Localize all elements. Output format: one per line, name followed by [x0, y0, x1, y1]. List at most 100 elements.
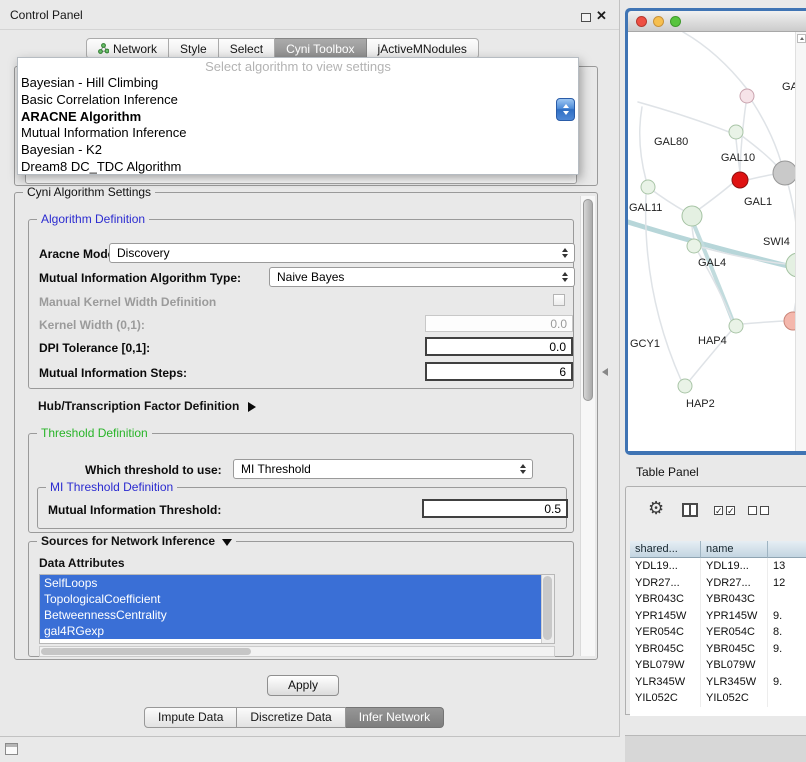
scroll-up-icon[interactable] — [797, 34, 806, 43]
attribute-list[interactable]: SelfLoopsTopologicalCoefficientBetweenne… — [39, 574, 555, 644]
mi-steps-input[interactable] — [425, 362, 573, 381]
table-cell: YER054C — [701, 624, 768, 641]
combobox-stepper-icon[interactable] — [556, 98, 575, 121]
apply-button[interactable]: Apply — [267, 675, 339, 696]
column-header[interactable]: shared... — [630, 541, 701, 558]
algorithm-option[interactable]: Bayesian - Hill Climbing — [18, 75, 578, 92]
data-attributes-label: Data Attributes — [39, 556, 125, 570]
tab-label: Style — [180, 42, 207, 56]
attribute-item[interactable]: BetweennessCentrality — [40, 607, 541, 623]
mi-threshold-input[interactable] — [422, 499, 568, 518]
select-all-icon[interactable] — [714, 506, 735, 515]
mi-algorithm-type-select[interactable]: Naive Bayes — [269, 267, 575, 287]
tab-style[interactable]: Style — [169, 38, 219, 59]
tab-select[interactable]: Select — [219, 38, 275, 59]
close-window-icon[interactable] — [636, 16, 647, 27]
network-node[interactable] — [740, 89, 754, 103]
tab-network[interactable]: Network — [86, 38, 169, 59]
attribute-list-vscrollbar[interactable] — [541, 575, 554, 643]
gear-icon[interactable]: ⚙ — [648, 498, 664, 519]
status-strip — [625, 735, 806, 762]
table-row[interactable]: YER054CYER054C8. — [630, 624, 806, 641]
settings-scrollbar[interactable] — [580, 196, 595, 656]
table-row[interactable]: YIL052CYIL052C — [630, 690, 806, 707]
kernel-width-input[interactable] — [425, 315, 573, 332]
tab-infer-network[interactable]: Infer Network — [346, 707, 444, 728]
hub-definition-expander[interactable]: Hub/Transcription Factor Definition — [38, 399, 256, 413]
zoom-window-icon[interactable] — [670, 16, 681, 27]
dropdown-placeholder: Select algorithm to view settings — [18, 58, 578, 75]
deselect-all-icon[interactable] — [748, 506, 769, 515]
network-edge[interactable] — [646, 194, 681, 380]
dock-window-icon[interactable] — [5, 743, 18, 755]
network-node[interactable] — [732, 172, 748, 188]
tab-impute-data[interactable]: Impute Data — [144, 707, 237, 728]
table-cell: YDL19... — [630, 558, 701, 575]
network-edge[interactable] — [752, 101, 781, 162]
network-node[interactable] — [641, 180, 655, 194]
network-node[interactable] — [678, 379, 692, 393]
tab-cyni-toolbox[interactable]: Cyni Toolbox — [275, 38, 366, 59]
network-edge[interactable] — [747, 174, 775, 180]
table-row[interactable]: YPR145WYPR145W9. — [630, 608, 806, 625]
network-node[interactable] — [729, 125, 743, 139]
network-node[interactable] — [729, 319, 743, 333]
float-window-button[interactable] — [581, 13, 591, 22]
table-row[interactable]: YLR345WYLR345W9. — [630, 674, 806, 691]
table-cell: YDR27... — [630, 575, 701, 592]
algorithm-option[interactable]: Basic Correlation Inference — [18, 92, 578, 109]
network-edge[interactable] — [683, 32, 747, 89]
algorithm-option[interactable]: Bayesian - K2 — [18, 142, 578, 159]
chevron-updown-icon — [516, 464, 530, 474]
algorithm-option[interactable]: Mutual Information Inference — [18, 125, 578, 142]
minimize-window-icon[interactable] — [653, 16, 664, 27]
table-cell: YPR145W — [701, 608, 768, 625]
algorithm-option[interactable]: ARACNE Algorithm — [18, 109, 578, 126]
table-cell: 9. — [768, 641, 806, 658]
table-cell — [768, 657, 806, 674]
attribute-item[interactable]: gal4RGexp — [40, 623, 541, 639]
table-cell: 9. — [768, 674, 806, 691]
network-node[interactable] — [682, 206, 702, 226]
table-cell: YBR043C — [701, 591, 768, 608]
network-vscrollbar[interactable] — [795, 32, 806, 451]
attribute-item[interactable]: SelfLoops — [40, 575, 541, 591]
table-row[interactable]: YDR27...YDR27...12 — [630, 575, 806, 592]
sources-expander[interactable]: Sources for Network Inference — [37, 534, 236, 548]
attribute-list-hscrollbar[interactable] — [39, 646, 555, 657]
column-header[interactable] — [768, 541, 806, 558]
table-cell: YBL079W — [630, 657, 701, 674]
network-edge[interactable] — [742, 321, 784, 324]
table-body: YDL19...YDL19...13YDR27...YDR27...12YBR0… — [630, 558, 806, 707]
network-edge[interactable] — [698, 182, 734, 210]
table-row[interactable]: YBR043CYBR043C — [630, 591, 806, 608]
column-visibility-icon[interactable] — [682, 503, 698, 517]
network-canvas[interactable]: GALGAL80GAL10GAL11GAL1SWI4GAL4GCY1HAP4YH… — [628, 32, 806, 451]
network-node[interactable] — [773, 161, 797, 185]
table-row[interactable]: YDL19...YDL19...13 — [630, 558, 806, 575]
network-node[interactable] — [687, 239, 701, 253]
network-window-titlebar[interactable] — [628, 11, 806, 32]
tab-discretize-data[interactable]: Discretize Data — [237, 707, 345, 728]
network-edge[interactable] — [640, 107, 646, 180]
table-row[interactable]: YBL079WYBL079W — [630, 657, 806, 674]
manual-kernel-checkbox[interactable] — [553, 294, 565, 306]
tab-jactivemnodules[interactable]: jActiveMNodules — [367, 38, 479, 59]
network-edge[interactable] — [638, 102, 729, 132]
algorithm-option[interactable]: Dream8 DC_TDC Algorithm — [18, 159, 578, 176]
tab-label: jActiveMNodules — [378, 42, 467, 56]
threshold-definition-group: Threshold Definition Which threshold to … — [28, 433, 574, 533]
scrollbar-thumb[interactable] — [583, 199, 593, 401]
manual-kernel-label: Manual Kernel Width Definition — [39, 295, 216, 309]
table-row[interactable]: YBR045CYBR045C9. — [630, 641, 806, 658]
table-cell: YBR043C — [630, 591, 701, 608]
attribute-item[interactable]: TopologicalCoefficient — [40, 591, 541, 607]
which-threshold-select[interactable]: MI Threshold — [233, 459, 533, 479]
column-header[interactable]: name — [701, 541, 768, 558]
node-label: HAP4 — [698, 335, 727, 347]
dpi-tolerance-input[interactable] — [425, 337, 573, 356]
close-panel-button[interactable]: ✕ — [596, 8, 607, 24]
panel-title: Control Panel — [10, 8, 83, 22]
aracne-mode-select[interactable]: Discovery — [109, 243, 575, 263]
panel-collapse-arrow-icon[interactable] — [602, 368, 608, 376]
